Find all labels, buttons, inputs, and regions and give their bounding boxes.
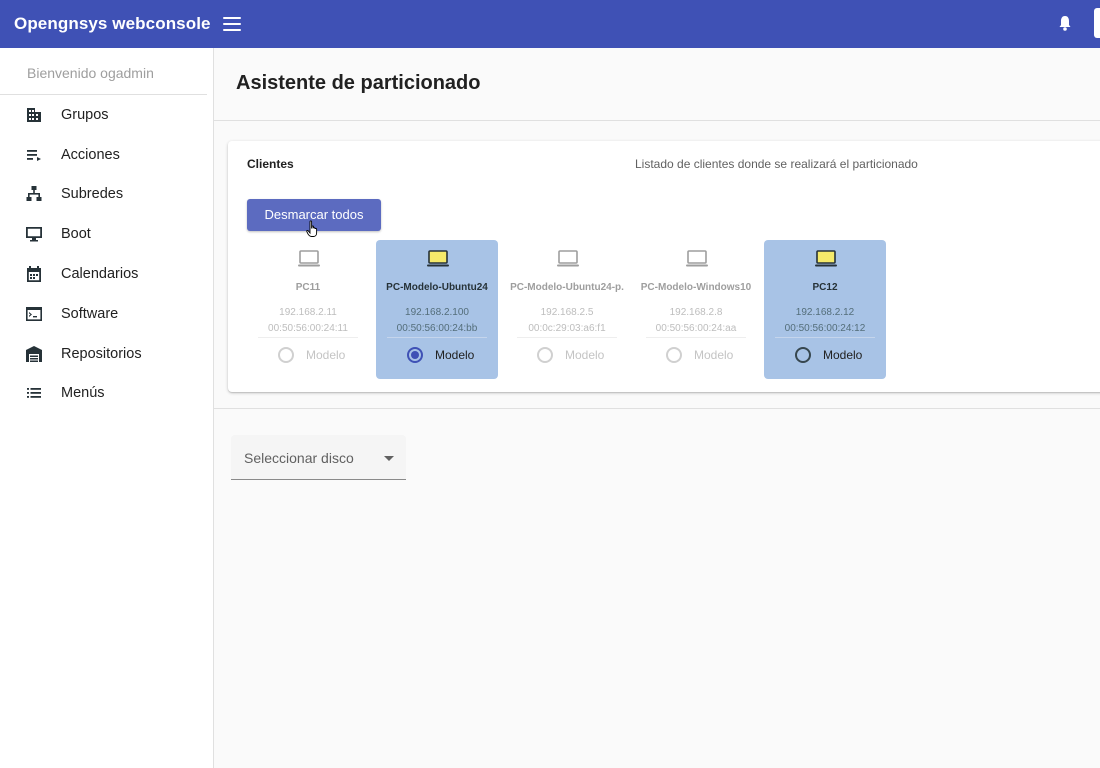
disk-select-label: Seleccionar disco (244, 450, 354, 466)
disk-select[interactable]: Seleccionar disco (231, 435, 406, 480)
main-content: Asistente de particionado Clientes Lista… (214, 48, 1100, 768)
model-radio-row[interactable]: Modelo (278, 347, 345, 363)
laptop-icon (815, 250, 837, 267)
sidebar-item-label: Menús (61, 385, 105, 402)
top-toolbar: Opengnsys webconsole (0, 0, 1100, 48)
hand-cursor-icon (306, 220, 318, 237)
client-ip: 192.168.2.12 (795, 307, 855, 318)
sidebar-item-repositorios[interactable]: Repositorios (0, 334, 213, 374)
client-ip: 192.168.2.100 (405, 307, 469, 318)
model-radio-label: Modelo (435, 348, 475, 362)
playlist-icon (25, 146, 43, 164)
model-radio[interactable] (537, 347, 553, 363)
console-icon (25, 305, 43, 323)
model-radio[interactable] (795, 347, 811, 363)
client-ip: 192.168.2.11 (279, 307, 337, 318)
model-radio-label: Modelo (694, 348, 734, 362)
sidebar-item-software[interactable]: Software (0, 294, 213, 334)
sidebar-item-label: Subredes (61, 186, 124, 203)
client-name: PC12 (812, 282, 838, 293)
client-card-pc-modelo-ubuntu24-p[interactable]: PC-Modelo-Ubuntu24-p. 192.168.2.5 00:0c:… (506, 240, 628, 379)
warehouse-icon (25, 345, 43, 363)
client-name: PC-Modelo-Ubuntu24-p. (510, 282, 624, 293)
clients-card-title: Clientes (247, 157, 294, 171)
client-mac: 00:0c:29:03:a6:f1 (528, 323, 606, 334)
model-radio-label: Modelo (565, 348, 605, 362)
divider (258, 337, 358, 338)
divider (214, 120, 1100, 121)
sidebar-item-label: Acciones (61, 146, 120, 163)
divider (517, 337, 617, 338)
sidebar-item-label: Calendarios (61, 266, 139, 283)
sidebar: Bienvenido ogadmin Grupos Acciones Subre… (0, 48, 214, 768)
sidebar-item-label: Repositorios (61, 345, 142, 362)
monitor-icon (25, 225, 43, 243)
sidebar-item-calendarios[interactable]: Calendarios (0, 254, 213, 294)
sidebar-item-menus[interactable]: Menús (0, 374, 213, 414)
building-icon (25, 106, 43, 124)
client-ip: 192.168.2.5 (540, 307, 594, 318)
model-radio-row[interactable]: Modelo (666, 347, 733, 363)
user-menu-edge[interactable] (1094, 8, 1100, 38)
client-name: PC-Modelo-Windows10 (640, 282, 752, 293)
network-icon (25, 185, 43, 203)
client-name: PC11 (295, 282, 321, 293)
client-card-pc12[interactable]: PC12 192.168.2.12 00:50:56:00:24:12 Mode… (764, 240, 886, 379)
model-radio-label: Modelo (306, 348, 346, 362)
app-title: Opengnsys webconsole (14, 14, 211, 33)
laptop-icon (298, 250, 320, 267)
client-mac: 00:50:56:00:24:11 (268, 323, 348, 334)
client-ip: 192.168.2.8 (669, 307, 723, 318)
sidebar-item-grupos[interactable]: Grupos (0, 95, 213, 135)
client-card-pc11[interactable]: PC11 192.168.2.11 00:50:56:00:24:11 Mode… (247, 240, 369, 379)
welcome-text: Bienvenido ogadmin (0, 48, 207, 95)
model-radio-row[interactable]: Modelo (537, 347, 604, 363)
list-icon (25, 384, 43, 402)
clients-card-subtitle: Listado de clientes donde se realizará e… (635, 157, 918, 171)
laptop-icon (557, 250, 579, 267)
sidebar-item-label: Grupos (61, 106, 109, 123)
client-mac: 00:50:56:00:24:12 (784, 323, 866, 334)
sidebar-item-boot[interactable]: Boot (0, 214, 213, 254)
sidebar-item-label: Boot (61, 226, 91, 243)
divider (646, 337, 746, 338)
calendar-icon (25, 265, 43, 283)
client-name: PC-Modelo-Ubuntu24 (386, 282, 488, 293)
laptop-icon (686, 250, 708, 267)
bell-icon[interactable] (1058, 13, 1072, 33)
client-mac: 00:50:56:00:24:bb (396, 323, 478, 334)
page-title: Asistente de particionado (236, 72, 481, 94)
model-radio[interactable] (407, 347, 423, 363)
divider (214, 408, 1100, 409)
sidebar-item-acciones[interactable]: Acciones (0, 135, 213, 175)
laptop-icon (427, 250, 449, 267)
hamburger-menu-icon[interactable] (222, 17, 241, 31)
sidebar-item-subredes[interactable]: Subredes (0, 175, 213, 215)
client-card-pc-modelo-windows10[interactable]: PC-Modelo-Windows10 192.168.2.8 00:50:56… (635, 240, 757, 379)
model-radio-row[interactable]: Modelo (795, 347, 862, 363)
dropdown-arrow-icon (384, 456, 394, 461)
model-radio-row[interactable]: Modelo (407, 347, 474, 363)
model-radio[interactable] (278, 347, 294, 363)
model-radio-label: Modelo (823, 348, 863, 362)
client-mac: 00:50:56:00:24:aa (655, 323, 737, 334)
clients-card: Clientes Listado de clientes donde se re… (228, 141, 1100, 392)
sidebar-item-label: Software (61, 305, 119, 322)
client-card-pc-modelo-ubuntu24[interactable]: PC-Modelo-Ubuntu24 192.168.2.100 00:50:5… (376, 240, 498, 379)
model-radio[interactable] (666, 347, 682, 363)
divider (387, 337, 487, 338)
divider (775, 337, 875, 338)
